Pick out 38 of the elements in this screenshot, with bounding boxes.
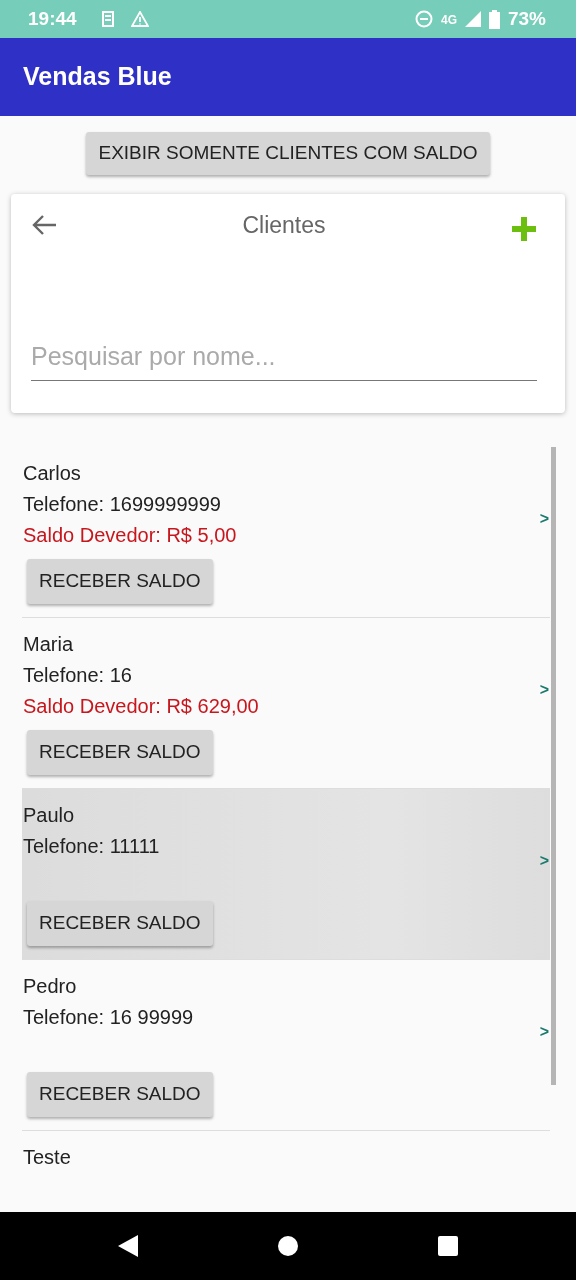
battery-percent: 73% (507, 6, 546, 31)
chevron-text[interactable]: > (539, 848, 549, 873)
filter-button[interactable]: EXIBIR SOMENTE CLIENTES COM SALDO (86, 132, 490, 175)
client-row[interactable]: Maria Telefone: 16 Saldo Devedor: R$ 629,00 RECEBER SALDO > (22, 617, 550, 789)
chevron-text[interactable]: > (539, 1019, 549, 1044)
app-title: Vendas Blue (23, 61, 172, 93)
search-field[interactable]: Pesquisar por nome... (31, 338, 537, 381)
client-name: Maria (23, 631, 73, 657)
client-row[interactable]: Carlos Telefone: 1699999999 Saldo Devedor: R$ 5,00 RECEBER SALDO > (22, 446, 550, 618)
receive-balance-button[interactable]: RECEBER SALDO (27, 729, 213, 775)
signal-icon (464, 11, 481, 27)
client-name: Teste (23, 1144, 71, 1170)
do-not-disturb-icon (414, 10, 433, 28)
client-phone: Telefone: 16 99999 (23, 1004, 194, 1030)
client-phone: Telefone: 1699999999 (23, 491, 221, 517)
card-title: Clientes (242, 210, 326, 240)
client-balance: Saldo Devedor: R$ 5,00 (23, 523, 237, 546)
client-phone: Telefone: 16 (23, 662, 132, 688)
client-phone: Telefone: 11111 (23, 833, 160, 859)
receive-balance-button[interactable]: RECEBER SALDO (27, 1071, 213, 1117)
sim-icon (100, 10, 115, 28)
recents-icon[interactable] (437, 1235, 459, 1257)
client-row[interactable]: Pedro Telefone: 16 99999 RECEBER SALDO > (22, 959, 550, 1131)
client-name: Paulo (23, 802, 75, 828)
client-balance: Saldo Devedor: R$ 629,00 (23, 694, 259, 717)
receive-balance-button[interactable]: RECEBER SALDO (27, 900, 213, 946)
back-arrow-icon[interactable] (31, 214, 57, 237)
network-type: 4G (440, 11, 457, 29)
home-icon[interactable] (277, 1235, 299, 1257)
chevron-text[interactable]: > (539, 506, 549, 531)
status-time: 19:44 (28, 6, 77, 31)
battery-icon (488, 9, 500, 29)
client-name: Pedro (23, 973, 77, 999)
back-icon[interactable] (117, 1234, 139, 1258)
warning-icon (130, 11, 149, 27)
receive-balance-button[interactable]: RECEBER SALDO (27, 558, 213, 604)
client-name: Carlos (23, 460, 81, 486)
chevron-text[interactable]: > (539, 677, 549, 702)
